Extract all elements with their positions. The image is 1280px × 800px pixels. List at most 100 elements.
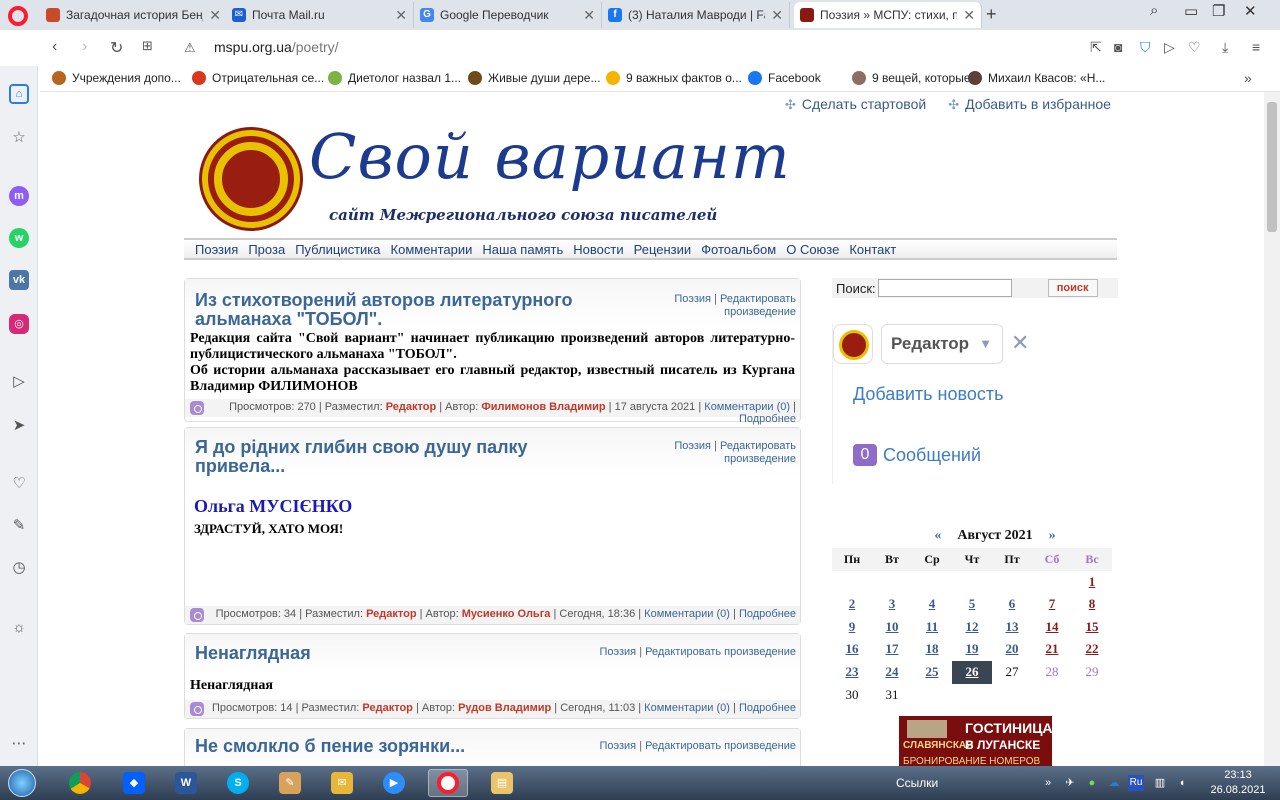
edit-post-link[interactable]: Редактировать произведение (720, 293, 796, 318)
post-category-link[interactable]: Поэзия (674, 440, 711, 452)
back-icon[interactable]: ‹ (52, 38, 57, 56)
links-toolbar[interactable]: Ссылки (896, 776, 938, 790)
search-button[interactable]: поиск (1047, 279, 1098, 297)
calendar-day[interactable]: 1 (1072, 571, 1112, 594)
volume-icon[interactable]: ◖ (1174, 775, 1190, 791)
opera-menu-icon[interactable] (8, 6, 28, 26)
tab-close-icon[interactable]: ✕ (395, 7, 407, 24)
tab-close-icon[interactable]: ✕ (583, 7, 595, 24)
bookmark-item[interactable]: Отрицательная се... (192, 71, 324, 85)
calendar-day[interactable]: 8 (1072, 593, 1112, 616)
vpn-shield-icon[interactable]: ⛉ (1140, 39, 1151, 56)
bookmark-item[interactable]: Facebook (748, 71, 821, 85)
post-title[interactable]: Из стихотворений авторов литературного а… (195, 291, 615, 329)
tab-close-icon[interactable]: ✕ (963, 7, 975, 24)
tray-cloud-icon[interactable]: ☁ (1106, 775, 1122, 791)
taskbar-opera[interactable] (428, 769, 468, 797)
easy-setup-icon[interactable]: ≡ (1252, 39, 1260, 55)
calendar-day[interactable]: 16 (832, 638, 872, 661)
snapshot-icon[interactable]: ◙ (1114, 39, 1122, 55)
prev-month-link[interactable]: « (934, 528, 941, 548)
edit-icon[interactable]: ✎ (9, 516, 29, 536)
calendar-day[interactable]: 24 (872, 661, 912, 684)
edit-post-link[interactable]: Редактировать произведение (645, 646, 796, 658)
author-link[interactable]: Филимонов Владимир (481, 401, 605, 413)
site-title[interactable]: Свой вариант (309, 120, 791, 193)
heart-icon[interactable]: ♡ (9, 474, 29, 494)
post-title[interactable]: Я до рідних глибин свою душу палку приве… (195, 438, 575, 476)
more-bookmarks-icon[interactable]: » (1244, 70, 1252, 86)
speed-dial-icon[interactable]: ⊞ (142, 38, 153, 54)
taskbar-word[interactable]: W (166, 769, 206, 797)
add-news-link[interactable]: Добавить новость (853, 384, 1004, 405)
calendar-day[interactable]: 11 (912, 616, 952, 639)
player-icon[interactable]: ▷ (9, 372, 29, 392)
calendar-day[interactable]: 4 (912, 593, 952, 616)
network-icon[interactable]: ▥ (1152, 775, 1168, 791)
calendar-day[interactable]: 2 (832, 593, 872, 616)
role-dropdown[interactable]: Редактор ▼ (881, 324, 1003, 364)
tab[interactable]: f (3) Наталия Мавроди | Fac ✕ (602, 2, 790, 28)
not-secure-warning-icon[interactable]: ⚠ (184, 40, 196, 56)
poster-link[interactable]: Редактор (366, 608, 416, 620)
taskbar-dropbox[interactable]: ◆ (114, 769, 154, 797)
new-tab-icon[interactable]: + (986, 4, 997, 25)
taskbar-explorer[interactable]: ▤ (482, 769, 522, 797)
calendar-day[interactable]: 21 (1032, 638, 1072, 661)
tab[interactable]: G Google Переводчик ✕ (414, 2, 602, 28)
calendar-day[interactable]: 12 (952, 616, 992, 639)
calendar-day[interactable]: 20 (992, 638, 1032, 661)
tab[interactable]: Загадочная история Бенд ✕ (40, 2, 228, 28)
system-clock[interactable]: 23:13 26.08.2021 (1198, 768, 1278, 798)
taskbar-mail[interactable]: ✉ (322, 769, 362, 797)
calendar-day[interactable]: 15 (1072, 616, 1112, 639)
nav-item[interactable]: Комментарии (391, 242, 473, 257)
taskbar-zoom[interactable]: ▶ (374, 769, 414, 797)
calendar-day[interactable]: 5 (952, 593, 992, 616)
union-seal-logo[interactable] (199, 127, 303, 231)
calendar-day[interactable]: 13 (992, 616, 1032, 639)
post-category-link[interactable]: Поэзия (599, 740, 636, 752)
calendar-day[interactable]: 3 (872, 593, 912, 616)
add-favorites-link[interactable]: ✣ Добавить в избранное (948, 96, 1111, 113)
close-window-icon[interactable]: ✕ (1244, 2, 1257, 20)
minimize-icon[interactable]: ▭ (1184, 2, 1198, 20)
nav-item[interactable]: Наша память (482, 242, 563, 257)
poster-link[interactable]: Редактор (386, 401, 436, 413)
bookmark-item[interactable]: Михаил Квасов: «Н... (968, 71, 1105, 85)
vk-icon[interactable]: vk (9, 270, 29, 290)
forward-icon[interactable]: › (82, 38, 87, 56)
tab-close-icon[interactable]: ✕ (771, 7, 783, 24)
calendar-day[interactable]: 14 (1032, 616, 1072, 639)
taskbar-paint[interactable]: ✎ (270, 769, 310, 797)
calendar-day[interactable]: 9 (832, 616, 872, 639)
calendar-day[interactable]: 18 (912, 638, 952, 661)
nav-item[interactable]: Проза (248, 242, 285, 257)
page-scrollbar[interactable] (1264, 92, 1280, 766)
calendar-day[interactable]: 25 (912, 661, 952, 684)
tab[interactable]: ✉ Почта Mail.ru ✕ (226, 2, 414, 28)
more-icon[interactable]: ⋯ (9, 734, 29, 754)
lightbulb-icon[interactable]: ☼ (9, 618, 29, 638)
bookmark-item[interactable]: Живые души дере... (468, 71, 600, 85)
calendar-day[interactable]: 26 (952, 660, 992, 684)
restore-icon[interactable]: ❐ (1212, 2, 1225, 20)
start-button[interactable] (8, 769, 36, 797)
comments-link[interactable]: Комментарии (0) (644, 608, 730, 620)
messages-link[interactable]: 0 Сообщений (853, 444, 981, 466)
post-category-link[interactable]: Поэзия (674, 293, 711, 305)
whatsapp-icon[interactable]: w (9, 228, 29, 248)
calendar-day[interactable]: 10 (872, 616, 912, 639)
read-more-link[interactable]: Подробнее (739, 702, 796, 714)
tray-antivirus-icon[interactable]: ● (1084, 775, 1100, 791)
author-link[interactable]: Мусиенко Ольга (462, 608, 551, 620)
hotel-ad-banner[interactable]: ГОСТИНИЦА СЛАВЯНСКАЯ В ЛУГАНСКЕ БРОНИРОВ… (899, 716, 1052, 766)
history-icon[interactable]: ◷ (9, 558, 29, 578)
url-field[interactable]: mspu.org.ua/poetry/ (214, 39, 339, 55)
favorite-heart-icon[interactable]: ♡ (1188, 39, 1201, 56)
taskbar-chrome[interactable] (60, 769, 100, 797)
tray-expand-icon[interactable]: » (1040, 775, 1056, 791)
bookmark-item[interactable]: Учреждения допо... (52, 71, 181, 85)
tab-close-icon[interactable]: ✕ (209, 7, 221, 24)
nav-item[interactable]: Контакт (849, 242, 896, 257)
